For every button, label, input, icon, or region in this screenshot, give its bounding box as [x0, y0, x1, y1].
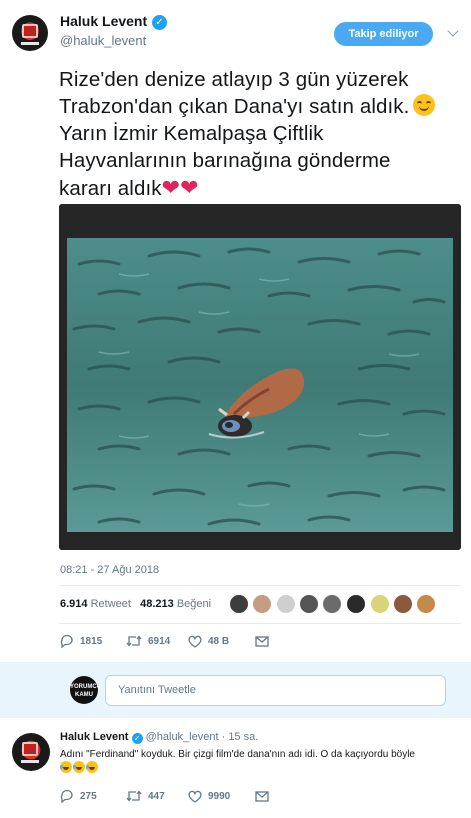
tweet-video[interactable]: [59, 204, 461, 550]
retweet-action-count: 6914: [148, 636, 171, 647]
divider: [59, 623, 461, 624]
tweet-text-line: Yarın İzmir Kemalpaşa Çiftlik: [59, 122, 324, 145]
reply-author-handle[interactable]: @haluk_levent: [146, 731, 219, 743]
liker-avatar[interactable]: [346, 594, 366, 614]
tweet-text: Rize'den denize atlayıp 3 gün yüzerek Tr…: [59, 66, 461, 202]
tweet-text-line: Rize'den denize atlayıp 3 gün yüzerek: [59, 68, 409, 91]
reply-input[interactable]: Yanıtını Tweetle: [105, 675, 446, 706]
direct-message-button[interactable]: [255, 788, 275, 806]
like-button[interactable]: 9990: [188, 788, 230, 806]
reply-time[interactable]: · 15 sa.: [222, 731, 259, 743]
reply-text-content: Adını "Ferdinand" koyduk. Bir çizgi film…: [60, 749, 415, 760]
tweet-timestamp[interactable]: 08:21 - 27 Ağu 2018: [60, 564, 159, 576]
like-button[interactable]: 48 B: [188, 633, 229, 651]
liker-avatar[interactable]: [252, 594, 272, 614]
red-heart-emoji-icon: ❤: [180, 175, 199, 200]
retweet-count[interactable]: 6.914: [60, 598, 88, 610]
reply-icon: [60, 635, 73, 649]
retweet-icon: [126, 635, 142, 647]
divider: [59, 585, 461, 586]
reply-text: Adını "Ferdinand" koyduk. Bir çizgi film…: [60, 748, 460, 775]
author-avatar[interactable]: [12, 15, 48, 51]
liker-avatar[interactable]: [322, 594, 342, 614]
reply-count: 1815: [80, 636, 103, 647]
tweet-actions: 1815 6914 48 B: [60, 633, 460, 651]
reply-icon: [60, 790, 73, 804]
reply-count: 275: [80, 791, 97, 802]
tears-of-joy-emoji-icon: [86, 761, 98, 773]
reply-header: Haluk Levent ✓ @haluk_levent · 15 sa.: [60, 731, 258, 744]
tears-of-joy-emoji-icon: [73, 761, 85, 773]
heart-icon: [188, 790, 202, 803]
reply-author-name[interactable]: Haluk Levent: [60, 731, 128, 743]
red-heart-emoji-icon: ❤: [161, 175, 181, 200]
retweet-icon: [126, 790, 142, 802]
retweet-label[interactable]: Retweet: [91, 598, 131, 610]
tweet-text-line: Hayvanlarının barınağına gönderme: [59, 149, 391, 172]
liker-avatar[interactable]: [416, 594, 436, 614]
author-handle[interactable]: @haluk_levent: [60, 33, 146, 48]
retweet-action-count: 447: [148, 791, 165, 802]
smiling-face-emoji-icon: [413, 94, 436, 116]
tweet-text-line: kararı aldık: [59, 177, 162, 200]
reply-tweet-actions: 275 447 9990: [60, 788, 460, 806]
liker-avatar[interactable]: [276, 594, 296, 614]
engagement-stats: 6.914 Retweet 48.213 Beğeni: [60, 598, 211, 610]
liker-avatar[interactable]: [229, 594, 249, 614]
current-user-avatar[interactable]: YORUMCU KAMU: [70, 676, 101, 704]
avatar-logo-text: KAMU: [75, 692, 93, 698]
swimming-calf-video-frame: [59, 204, 461, 550]
heart-icon: [188, 635, 202, 648]
more-options-chevron-icon[interactable]: [447, 25, 459, 37]
envelope-icon: [255, 636, 269, 648]
liker-avatar[interactable]: [370, 594, 390, 614]
author-name[interactable]: Haluk Levent: [60, 13, 147, 29]
tears-of-joy-emoji-icon: [60, 761, 72, 773]
avatar-logo-text: YORUMCU: [70, 684, 101, 690]
direct-message-button[interactable]: [255, 633, 275, 651]
like-action-count: 9990: [208, 791, 231, 802]
like-label[interactable]: Beğeni: [177, 598, 211, 610]
verified-badge-icon: ✓: [152, 15, 167, 30]
verified-badge-icon: ✓: [131, 733, 143, 744]
retweet-button[interactable]: 6914: [126, 633, 170, 651]
like-action-count: 48 B: [208, 636, 230, 647]
liker-avatar[interactable]: [393, 594, 413, 614]
reply-button[interactable]: 1815: [60, 633, 102, 651]
reply-button[interactable]: 275: [60, 788, 97, 806]
retweet-button[interactable]: 447: [126, 788, 165, 806]
reply-author-avatar[interactable]: [12, 733, 50, 771]
envelope-icon: [255, 791, 269, 803]
following-button[interactable]: Takip ediliyor: [334, 22, 433, 46]
like-count[interactable]: 48.213: [140, 598, 174, 610]
liker-avatar[interactable]: [299, 594, 319, 614]
tweet-text-line: Trabzon'dan çıkan Dana'yı satın aldık.: [59, 95, 410, 118]
